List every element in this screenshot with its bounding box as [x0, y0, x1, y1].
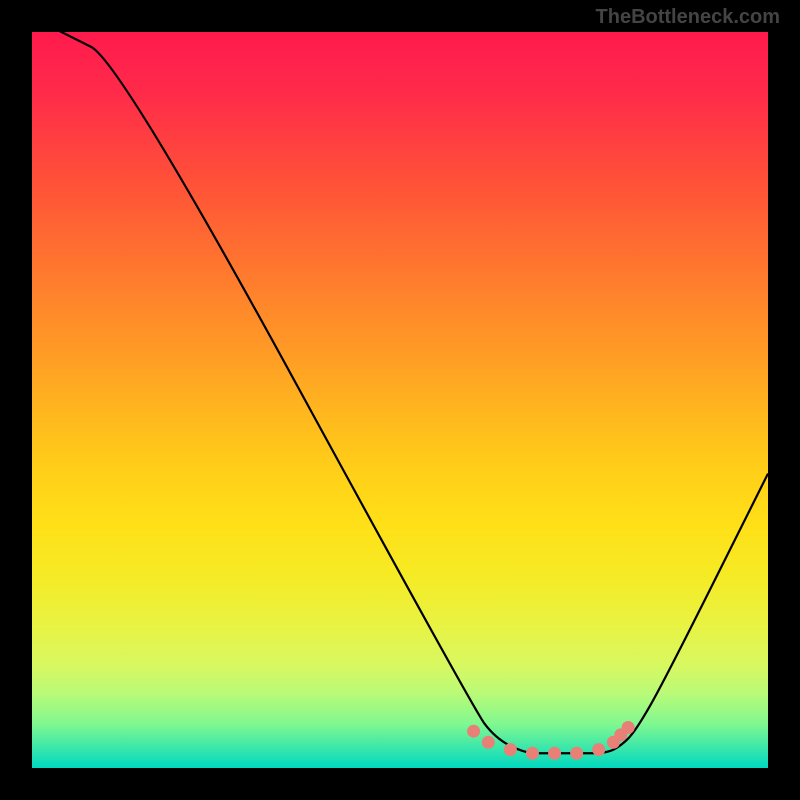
bottleneck-curve — [32, 32, 768, 753]
chart-svg — [32, 32, 768, 768]
chart-container: TheBottleneck.com — [0, 0, 800, 800]
plot-area — [32, 32, 768, 768]
watermark-text: TheBottleneck.com — [596, 6, 780, 29]
marker-dot — [622, 721, 635, 734]
marker-dot — [467, 725, 480, 738]
marker-dot — [526, 747, 539, 760]
marker-dot — [570, 747, 583, 760]
trough-markers — [467, 721, 635, 760]
marker-dot — [592, 743, 605, 756]
marker-dot — [548, 747, 561, 760]
marker-dot — [482, 736, 495, 749]
marker-dot — [504, 743, 517, 756]
